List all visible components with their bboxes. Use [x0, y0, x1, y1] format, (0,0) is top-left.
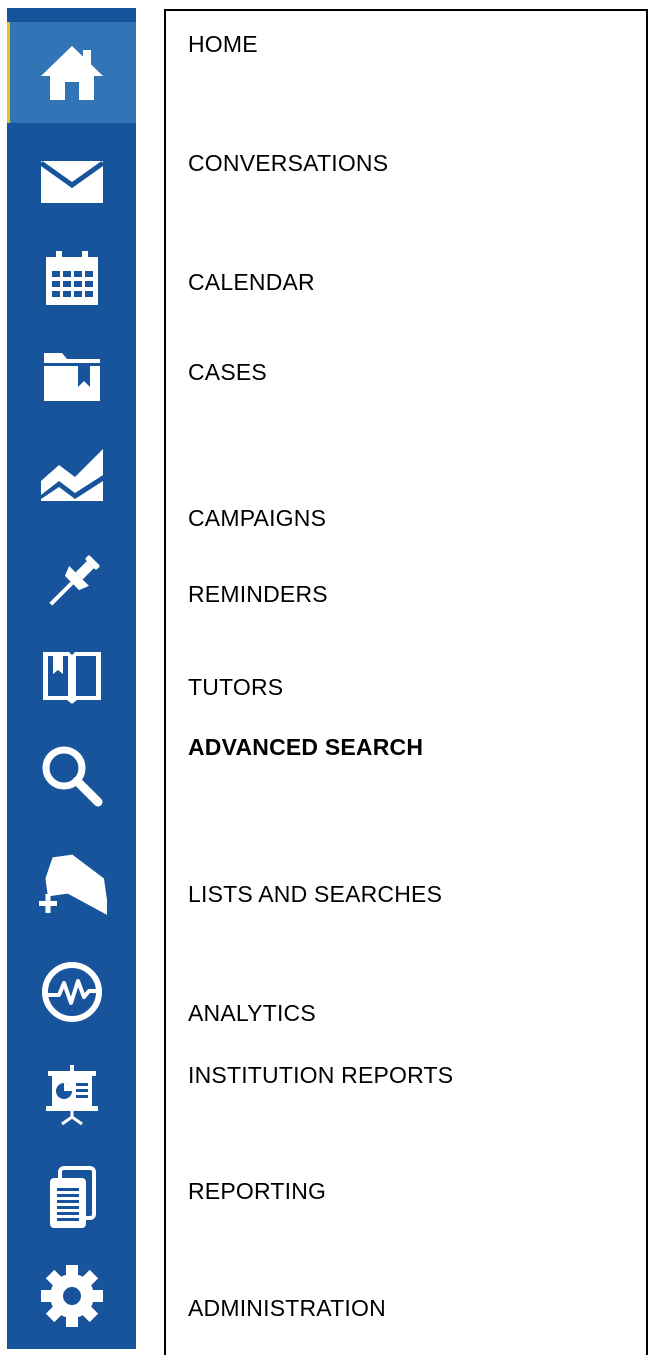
sidebar-item-reminders[interactable]: [7, 538, 136, 628]
menu-label-analytics[interactable]: ANALYTICS: [188, 999, 316, 1027]
pin-icon: [48, 555, 99, 606]
calendar-icon: [45, 251, 98, 305]
sidebar-item-cases[interactable]: [7, 326, 136, 424]
menu-label-conversations[interactable]: CONVERSATIONS: [188, 149, 388, 177]
menu-label-reminders[interactable]: REMINDERS: [188, 580, 328, 608]
documents-icon: [49, 1166, 96, 1228]
sidebar-item-analytics[interactable]: [7, 944, 136, 1040]
tag-add-icon: [38, 854, 107, 917]
home-icon: [40, 45, 103, 100]
sidebar: [7, 8, 136, 1349]
menu-label-advanced-search[interactable]: ADVANCED SEARCH: [188, 733, 423, 761]
mail-icon: [39, 160, 104, 203]
menu-label-lists-and-searches[interactable]: LISTS AND SEARCHES: [188, 880, 442, 908]
folder-icon: [43, 353, 100, 401]
menu-label-home[interactable]: HOME: [188, 30, 258, 58]
book-icon: [42, 652, 101, 704]
sidebar-item-conversations[interactable]: [7, 134, 136, 230]
menu-label-institution-reports[interactable]: INSTITUTION REPORTS: [188, 1061, 453, 1089]
sidebar-item-administration[interactable]: [7, 1248, 136, 1344]
sidebar-item-reporting[interactable]: [7, 1150, 136, 1246]
menu-label-calendar[interactable]: CALENDAR: [188, 268, 315, 296]
menu-label-tutors[interactable]: TUTORS: [188, 673, 283, 701]
menu-label-reporting[interactable]: REPORTING: [188, 1177, 326, 1205]
sidebar-item-advanced-search[interactable]: [7, 728, 136, 824]
gear-icon: [40, 1265, 103, 1327]
sidebar-item-institution-reports[interactable]: [7, 1046, 136, 1142]
menu-label-administration[interactable]: ADMINISTRATION: [188, 1294, 386, 1322]
menu-label-cases[interactable]: CASES: [188, 358, 267, 386]
sidebar-item-campaigns[interactable]: [7, 424, 136, 524]
menu-label-campaigns[interactable]: CAMPAIGNS: [188, 504, 326, 532]
search-icon: [42, 746, 102, 807]
sidebar-item-home[interactable]: [7, 22, 136, 123]
sidebar-item-lists-and-searches[interactable]: [7, 836, 136, 940]
presentation-icon: [45, 1065, 98, 1125]
pulse-icon: [41, 962, 102, 1022]
sidebar-item-tutors[interactable]: [7, 630, 136, 726]
chart-icon: [40, 449, 103, 501]
sidebar-item-calendar[interactable]: [7, 230, 136, 326]
